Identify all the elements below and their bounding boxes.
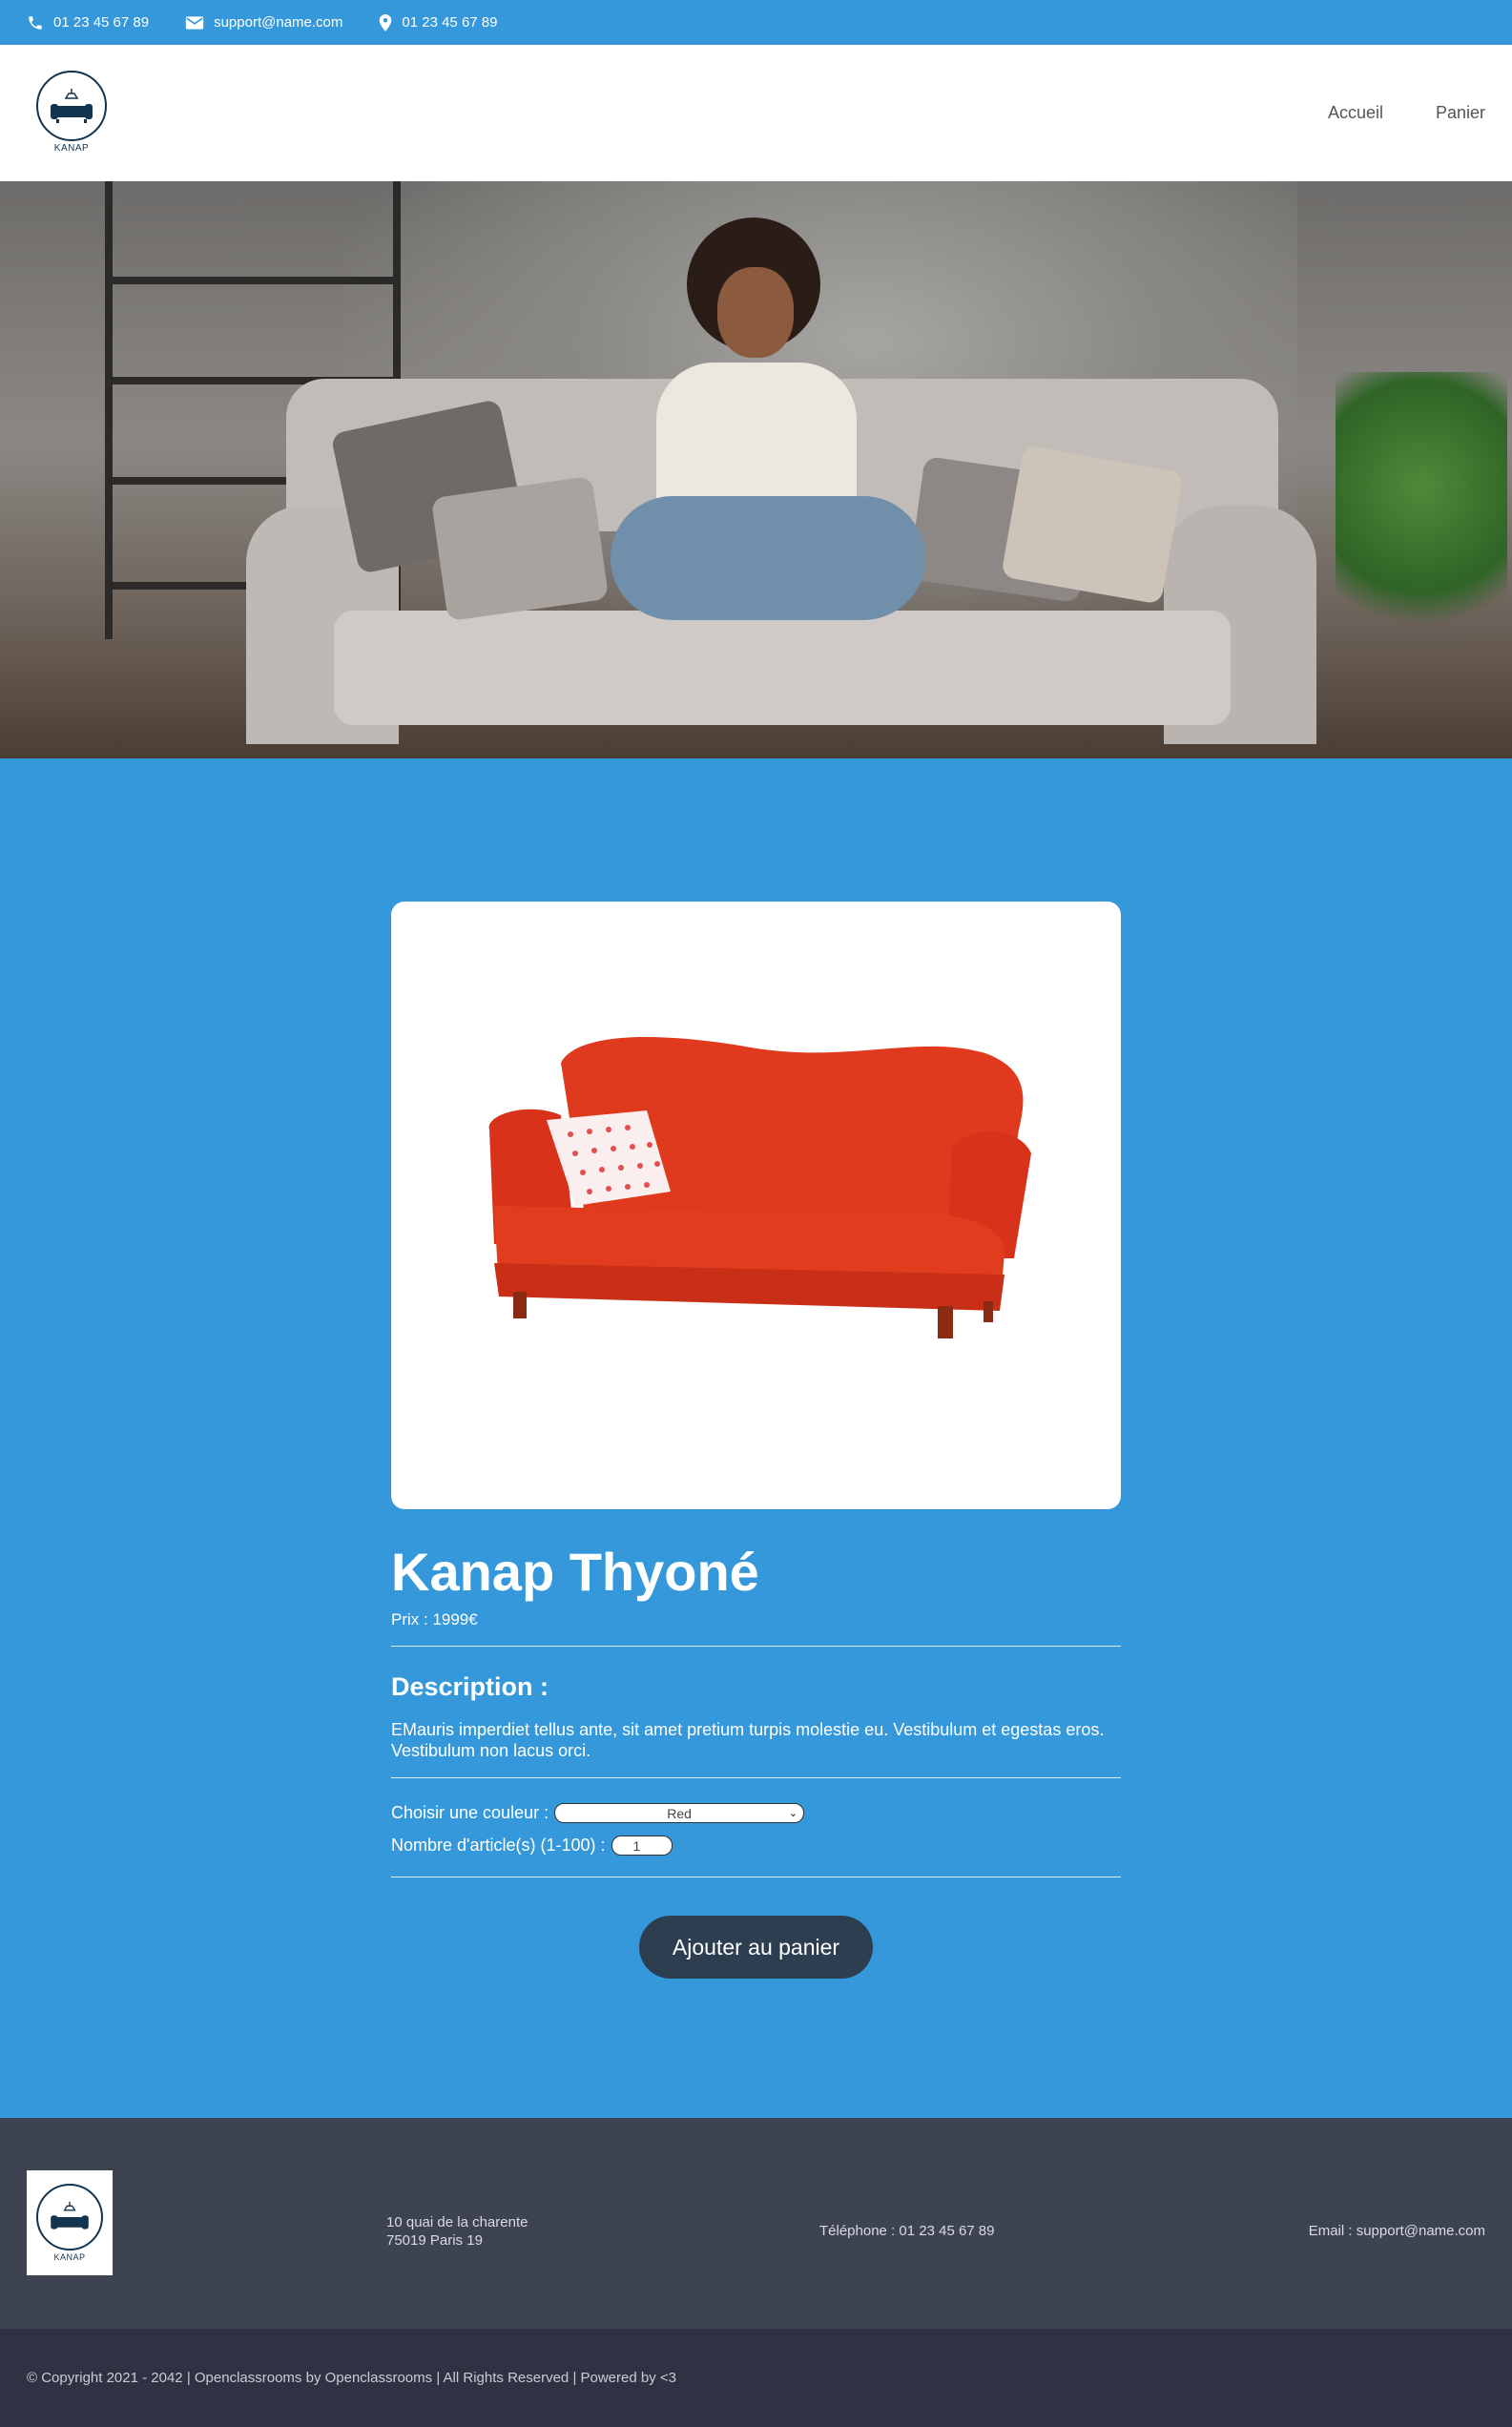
chevron-down-icon: ⌄	[788, 1808, 798, 1819]
quantity-value: 1	[632, 1837, 641, 1854]
topbar-email: support@name.com	[185, 14, 342, 31]
topbar-phone: 01 23 45 67 89	[27, 14, 149, 31]
color-option-row: Choisir une couleur : Red ⌄	[391, 1803, 805, 1823]
topbar-email-text: support@name.com	[214, 14, 343, 31]
color-label: Choisir une couleur :	[391, 1803, 549, 1822]
main-nav: Accueil Panier	[1275, 103, 1485, 123]
site-header: KANAP Accueil Panier	[0, 45, 1512, 181]
add-to-cart-button[interactable]: Ajouter au panier	[639, 1916, 873, 1979]
map-pin-icon	[380, 13, 392, 31]
topbar-location-text: 01 23 45 67 89	[402, 14, 498, 31]
quantity-option-row: Nombre d'article(s) (1-100) : 1	[391, 1836, 673, 1856]
plant	[1336, 372, 1507, 658]
product-section: Kanap Thyoné Prix : 1999€ Description : …	[0, 758, 1512, 2118]
product-title: Kanap Thyoné	[391, 1542, 759, 1602]
color-select[interactable]: Red ⌄	[554, 1803, 805, 1823]
nav-link-accueil[interactable]: Accueil	[1328, 103, 1383, 123]
topbar-phone-text: 01 23 45 67 89	[53, 14, 150, 31]
divider	[391, 1777, 1121, 1778]
site-footer: KANAP 10 quai de la charente 75019 Paris…	[0, 2118, 1512, 2329]
product-price: Prix : 1999€	[391, 1610, 478, 1628]
envelope-icon	[185, 15, 204, 30]
description-text: EMauris imperdiet tellus ante, sit amet …	[391, 1720, 1105, 1760]
address-line-2: 75019 Paris 19	[386, 2232, 483, 2249]
logo-text: KANAP	[53, 142, 90, 154]
divider	[391, 1646, 1121, 1647]
hero-banner-image	[0, 181, 1512, 758]
copyright-text: © Copyright 2021 - 2042 | Openclassrooms…	[27, 2370, 676, 2386]
footer-address: 10 quai de la charente 75019 Paris 19	[386, 2213, 528, 2250]
red-sofa-image	[488, 1036, 1031, 1338]
color-select-value: Red	[667, 1805, 692, 1821]
footer-logo[interactable]: KANAP	[27, 2170, 113, 2275]
top-contact-bar: 01 23 45 67 89 support@name.com 01 23 45…	[0, 0, 1512, 45]
copyright-bar: © Copyright 2021 - 2042 | Openclassrooms…	[0, 2329, 1512, 2427]
footer-logo-text: KANAP	[53, 2252, 86, 2262]
quantity-input[interactable]: 1	[611, 1836, 673, 1856]
nav-link-panier[interactable]: Panier	[1436, 103, 1485, 123]
product-image-card	[391, 902, 1121, 1509]
description-title: Description :	[391, 1672, 549, 1701]
quantity-label: Nombre d'article(s) (1-100) :	[391, 1836, 606, 1855]
phone-icon	[29, 15, 42, 30]
topbar-location: 01 23 45 67 89	[379, 13, 498, 31]
sofa-logo-icon	[36, 2184, 103, 2251]
site-logo[interactable]: KANAP	[36, 70, 107, 156]
footer-phone: Téléphone : 01 23 45 67 89	[819, 2223, 995, 2239]
address-line-1: 10 quai de la charente	[386, 2214, 528, 2230]
footer-email: Email : support@name.com	[1308, 2223, 1485, 2239]
sofa-logo-icon	[36, 70, 107, 141]
